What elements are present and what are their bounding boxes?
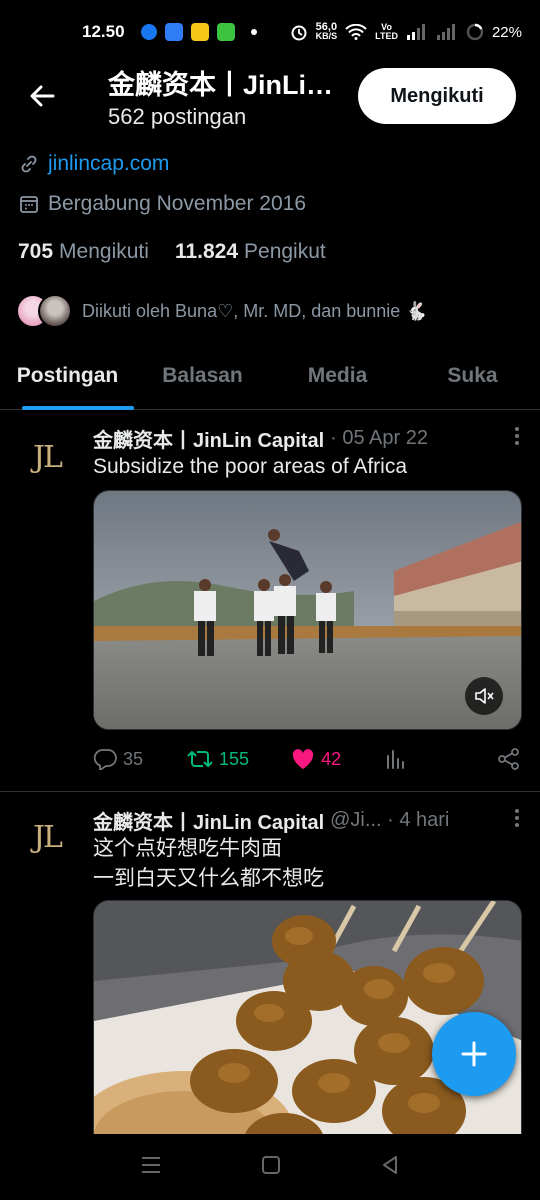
retweet-button[interactable]: 155 — [187, 748, 249, 770]
website-link[interactable]: jinlincap.com — [48, 152, 169, 176]
network-speed-unit: KB/S — [315, 31, 338, 41]
profile-name: 金麟资本丨JinLin Capital — [108, 69, 340, 100]
app-green-icon — [216, 23, 235, 41]
notification-dot-icon — [250, 29, 257, 35]
facebook-icon — [140, 24, 157, 40]
battery-ring-icon — [466, 23, 484, 41]
mute-button[interactable] — [465, 677, 503, 715]
tweet-text: Subsidize the poor areas of Africa — [93, 455, 408, 478]
following-count: 705 — [18, 240, 54, 263]
more-options-icon[interactable] — [514, 426, 520, 452]
tweet[interactable]: JL 金麟资本丨JinLin Capital · 05 Apr 22 Subsi… — [0, 410, 540, 792]
tweet-video[interactable] — [93, 490, 522, 730]
status-bar: 12.50 56,0 KB/S Vo LTED 22% — [0, 0, 540, 64]
battery-percent: 22% — [491, 23, 522, 41]
link-icon — [18, 153, 40, 175]
menu-icon — [141, 1156, 160, 1173]
arrow-left-icon — [30, 85, 55, 107]
profile-info: jinlincap.com Bergabung November 2016 — [18, 144, 522, 224]
avatar — [38, 294, 72, 328]
app-yellow-icon — [190, 23, 209, 41]
home-button[interactable] — [261, 1155, 281, 1180]
heart-icon — [292, 749, 314, 769]
triangle-back-icon — [383, 1155, 398, 1174]
back-nav-button[interactable] — [380, 1155, 400, 1180]
views-button[interactable] — [385, 748, 407, 770]
back-button[interactable] — [12, 66, 72, 126]
reply-icon — [93, 749, 117, 770]
reply-button[interactable]: 35 — [93, 748, 143, 770]
followers-stat[interactable]: 11.824 Pengikut — [175, 240, 326, 264]
video-thumbnail — [94, 491, 521, 729]
more-options-icon[interactable] — [514, 808, 520, 834]
reply-count: 35 — [123, 748, 144, 769]
tab-suka[interactable]: Suka — [405, 352, 540, 409]
tweet-timestamp: · 05 Apr 22 — [330, 427, 428, 449]
calendar-icon — [18, 193, 40, 215]
follower-avatars — [16, 294, 72, 328]
volte-bottom: LTED — [375, 31, 398, 41]
alarm-icon — [291, 25, 307, 41]
signal-icon — [406, 24, 425, 40]
retweet-count: 155 — [219, 748, 250, 769]
like-button[interactable]: 42 — [291, 748, 341, 770]
system-nav-bar — [0, 1134, 540, 1200]
tweet-text-line: 一到白天又什么都不想吃 — [93, 867, 324, 890]
network-speed: 56,0 KB/S — [315, 22, 338, 41]
retweet-icon — [187, 751, 213, 767]
recent-apps-button[interactable] — [140, 1155, 162, 1180]
tweet-text: 这个点好想吃牛肉面 一到白天又什么都不想吃 — [93, 834, 324, 894]
app-blue-icon — [164, 23, 183, 41]
tweet-text-line: 这个点好想吃牛肉面 — [93, 837, 282, 860]
square-icon — [261, 1155, 280, 1174]
tab-balasan[interactable]: Balasan — [135, 352, 270, 409]
plus-icon — [461, 1041, 487, 1067]
tab-media[interactable]: Media — [270, 352, 405, 409]
profile-header: 金麟资本丨JinLin Capital 562 postingan Mengik… — [0, 56, 540, 136]
follow-counts: 705 Mengikuti 11.824 Pengikut — [18, 240, 326, 264]
tweet-timestamp: @Ji... · 4 hari — [330, 809, 450, 831]
followers-count: 11.824 — [174, 240, 239, 263]
volte-indicator: Vo LTED — [375, 23, 398, 41]
like-count: 42 — [321, 748, 342, 769]
following-stat[interactable]: 705 Mengikuti — [18, 240, 149, 264]
following-label: Mengikuti — [59, 240, 149, 263]
tweet-author-name[interactable]: 金麟资本丨JinLin Capital — [93, 424, 324, 453]
followers-label: Pengikut — [244, 240, 326, 263]
following-button[interactable]: Mengikuti — [358, 68, 516, 124]
avatar[interactable]: JL — [16, 426, 78, 488]
share-button[interactable] — [498, 748, 520, 770]
signal-2-icon — [436, 24, 455, 40]
joined-date: Bergabung November 2016 — [48, 192, 307, 215]
profile-tabs: Postingan Balasan Media Suka — [0, 352, 540, 410]
bar-chart-icon — [387, 750, 405, 769]
tweet-author-name[interactable]: 金麟资本丨JinLin Capital — [93, 806, 324, 835]
compose-button[interactable] — [432, 1012, 516, 1096]
status-time: 12.50 — [82, 22, 125, 41]
wifi-icon — [345, 24, 367, 40]
followed-by[interactable]: Diikuti oleh Buna♡, Mr. MD, dan bunnie 🐇 — [16, 294, 428, 328]
volume-mute-icon — [475, 688, 494, 704]
tab-postingan[interactable]: Postingan — [0, 352, 135, 410]
avatar[interactable]: JL — [16, 806, 78, 868]
share-icon — [498, 748, 519, 770]
followed-by-text: Diikuti oleh Buna♡, Mr. MD, dan bunnie 🐇 — [82, 300, 428, 321]
post-count: 562 postingan — [108, 103, 247, 129]
